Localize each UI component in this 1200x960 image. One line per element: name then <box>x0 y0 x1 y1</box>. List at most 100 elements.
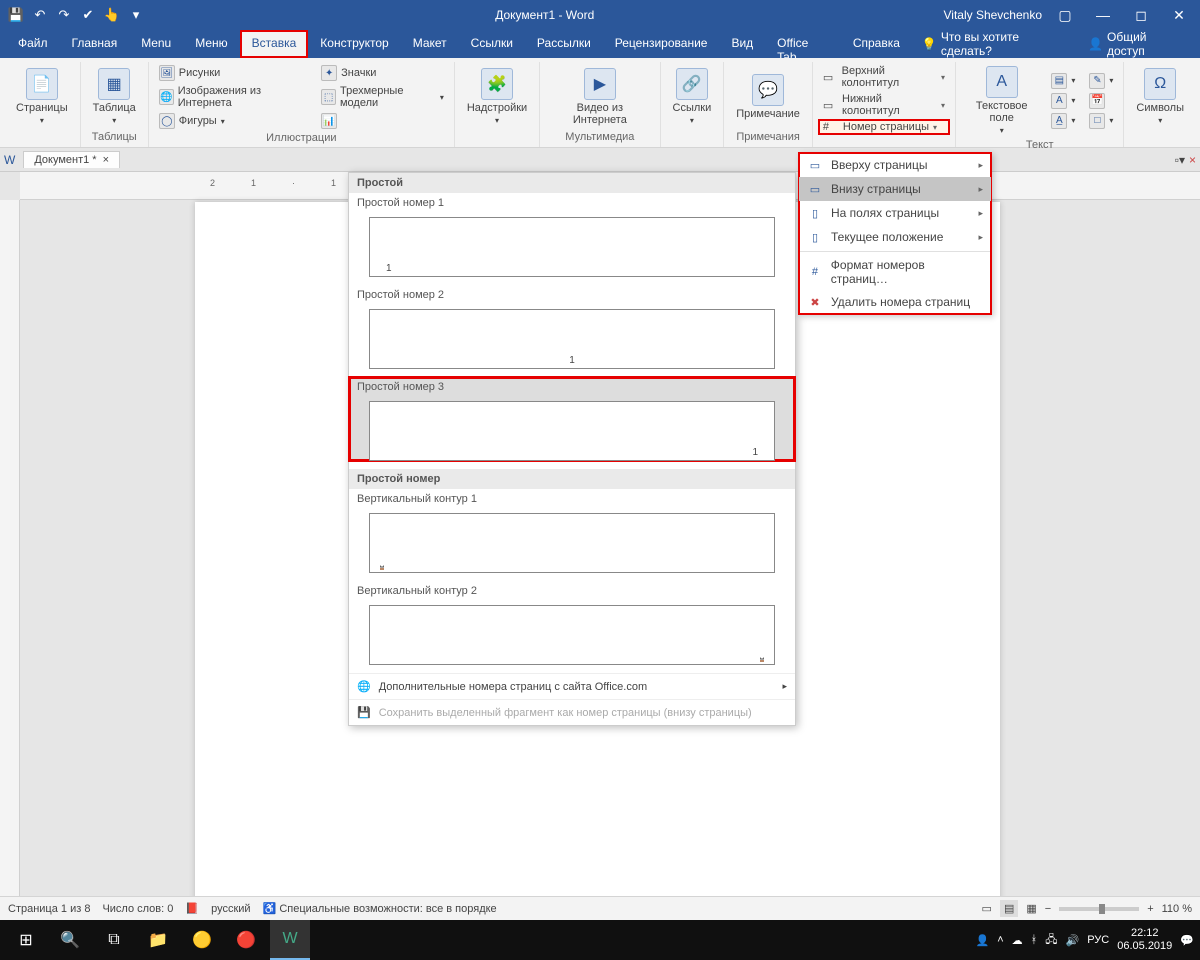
save-icon[interactable]: 💾 <box>6 7 26 23</box>
header-button[interactable]: ▭Верхний колонтитул▾ <box>819 64 949 90</box>
status-page[interactable]: Страница 1 из 8 <box>8 903 90 915</box>
page-number-button[interactable]: #Номер страницы▾ <box>819 120 949 134</box>
icons-button[interactable]: ✦Значки <box>317 64 448 82</box>
tab-home[interactable]: Главная <box>60 30 130 58</box>
tab-design[interactable]: Конструктор <box>308 30 400 58</box>
new-tab-icon[interactable]: ▫▾ <box>1175 153 1185 167</box>
statusbar: Страница 1 из 8 Число слов: 0 📕 русский … <box>0 896 1200 920</box>
datetime-button[interactable]: 📅 <box>1085 92 1117 110</box>
onedrive-icon[interactable]: ☁ <box>1012 934 1023 947</box>
shapes-button[interactable]: ◯Фигуры ▾ <box>155 112 311 130</box>
pages-button[interactable]: 📄Страницы▾ <box>10 66 74 127</box>
bluetooth-icon[interactable]: ᚼ <box>1031 934 1038 946</box>
close-all-icon[interactable]: × <box>1189 153 1196 167</box>
status-language[interactable]: русский <box>211 903 250 915</box>
menu-bottom-of-page[interactable]: ▭Внизу страницы▸ <box>799 177 991 201</box>
network-icon[interactable]: 🖧 <box>1045 931 1057 950</box>
clock[interactable]: 22:1206.05.2019 <box>1117 927 1172 953</box>
tab-mailings[interactable]: Рассылки <box>525 30 603 58</box>
pictures-button[interactable]: 🖼Рисунки <box>155 64 311 82</box>
links-button[interactable]: 🔗Ссылки▾ <box>667 66 718 127</box>
ribbon-options-icon[interactable]: ▢ <box>1050 7 1080 24</box>
textbox-button[interactable]: AТекстовое поле▾ <box>962 64 1041 137</box>
volume-icon[interactable]: 🔊 <box>1066 934 1080 947</box>
word-taskbar-icon[interactable]: W <box>270 920 310 960</box>
quickparts-button[interactable]: ▤▾ <box>1047 72 1079 90</box>
view-web-icon[interactable]: ▦ <box>1026 902 1036 915</box>
zoom-slider[interactable] <box>1059 907 1139 911</box>
menu-top-of-page[interactable]: ▭Вверху страницы▸ <box>799 153 991 177</box>
tab-officetab[interactable]: Office Tab <box>765 30 841 58</box>
spellcheck-icon[interactable]: ✔ <box>78 7 98 23</box>
tab-close-icon[interactable]: × <box>103 154 109 166</box>
share-button[interactable]: 👤Общий доступ <box>1078 30 1194 58</box>
signature-button[interactable]: ✎▾ <box>1085 72 1117 90</box>
tab-file[interactable]: Файл <box>6 30 60 58</box>
datetime-icon: 📅 <box>1089 93 1105 109</box>
status-spellcheck[interactable]: 📕 <box>185 902 199 915</box>
gallery-option-4[interactable]: Вертикальный контур 1 ⎵ <box>349 489 795 573</box>
touch-icon[interactable]: 👆 <box>102 7 122 23</box>
gallery-option-1[interactable]: Простой номер 1 1 <box>349 193 795 277</box>
symbols-button[interactable]: ΩСимволы▾ <box>1130 66 1190 127</box>
keyboard-lang[interactable]: РУС <box>1087 934 1109 946</box>
tab-insert[interactable]: Вставка <box>240 30 309 58</box>
tab-menu-en[interactable]: Menu <box>129 30 183 58</box>
gallery-option-2[interactable]: Простой номер 2 1 <box>349 285 795 369</box>
people-icon[interactable]: 👤 <box>975 934 989 947</box>
start-button[interactable]: ⊞ <box>6 920 46 960</box>
redo-icon[interactable]: ↷ <box>54 7 74 23</box>
explorer-icon[interactable]: 📁 <box>138 920 178 960</box>
quick-access-toolbar: 💾 ↶ ↷ ✔ 👆 ▾ <box>6 7 146 23</box>
vertical-ruler[interactable] <box>0 200 20 912</box>
tab-help[interactable]: Справка <box>841 30 912 58</box>
close-icon[interactable]: ✕ <box>1164 7 1194 24</box>
zoom-in-icon[interactable]: + <box>1147 903 1153 915</box>
search-icon[interactable]: 🔍 <box>50 920 90 960</box>
maximize-icon[interactable]: ◻ <box>1126 7 1156 24</box>
tab-view[interactable]: Вид <box>719 30 765 58</box>
zoom-out-icon[interactable]: − <box>1045 903 1051 915</box>
tab-layout[interactable]: Макет <box>401 30 459 58</box>
addins-button[interactable]: 🧩Надстройки▾ <box>461 66 533 127</box>
online-video-button[interactable]: ▶Видео из Интернета <box>546 66 653 128</box>
object-button[interactable]: □▾ <box>1085 112 1117 130</box>
gallery-more-office[interactable]: 🌐Дополнительные номера страниц с сайта O… <box>349 673 795 699</box>
footer-button[interactable]: ▭Нижний колонтитул▾ <box>819 92 949 118</box>
gallery-option-5[interactable]: Вертикальный контур 2 ⎵ <box>349 581 795 665</box>
undo-icon[interactable]: ↶ <box>30 7 50 23</box>
table-button[interactable]: ▦Таблица▾ <box>87 66 142 127</box>
tab-menu-ru[interactable]: Меню <box>183 30 239 58</box>
more-illust-button[interactable]: 📊 <box>317 112 448 130</box>
taskview-icon[interactable]: ⧉ <box>94 920 134 960</box>
3dmodels-button[interactable]: ⬚Трехмерные модели ▾ <box>317 84 448 110</box>
gallery-option-3[interactable]: Простой номер 3 1 <box>349 377 795 461</box>
online-pictures-button[interactable]: 🌐Изображения из Интернета <box>155 84 311 110</box>
user-name[interactable]: Vitaly Shevchenko <box>943 8 1042 22</box>
notifications-icon[interactable]: 💬 <box>1180 934 1194 947</box>
view-print-icon[interactable]: ▤ <box>1000 900 1018 917</box>
tab-references[interactable]: Ссылки <box>459 30 525 58</box>
tab-review[interactable]: Рецензирование <box>603 30 720 58</box>
menu-page-margins[interactable]: ▯На полях страницы▸ <box>799 201 991 225</box>
status-accessibility[interactable]: ♿ Специальные возможности: все в порядке <box>263 902 497 915</box>
comment-button[interactable]: 💬Примечание <box>730 72 806 122</box>
yandex-icon[interactable]: 🟡 <box>182 920 222 960</box>
minimize-icon[interactable]: — <box>1088 7 1118 23</box>
menu-format-numbers[interactable]: #Формат номеров страниц… <box>799 254 991 290</box>
qat-more-icon[interactable]: ▾ <box>126 7 146 23</box>
status-words[interactable]: Число слов: 0 <box>102 903 173 915</box>
tell-me[interactable]: 💡Что вы хотите сделать? <box>912 30 1078 58</box>
document-tab[interactable]: Документ1 *× <box>23 151 120 168</box>
zoom-level[interactable]: 110 % <box>1162 903 1192 915</box>
tray-up-icon[interactable]: ˄ <box>997 934 1003 946</box>
menu-current-position[interactable]: ▯Текущее положение▸ <box>799 225 991 249</box>
wordart-button[interactable]: A▾ <box>1047 92 1079 110</box>
shapes-icon: ◯ <box>159 113 175 129</box>
menu-remove-numbers[interactable]: ✖Удалить номера страниц <box>799 290 991 314</box>
addin-icon: 🧩 <box>481 68 513 100</box>
dropcap-button[interactable]: A̲▾ <box>1047 112 1079 130</box>
chrome-icon[interactable]: 🔴 <box>226 920 266 960</box>
parts-icon: ▤ <box>1051 73 1067 89</box>
view-read-icon[interactable]: ▭ <box>982 902 992 915</box>
